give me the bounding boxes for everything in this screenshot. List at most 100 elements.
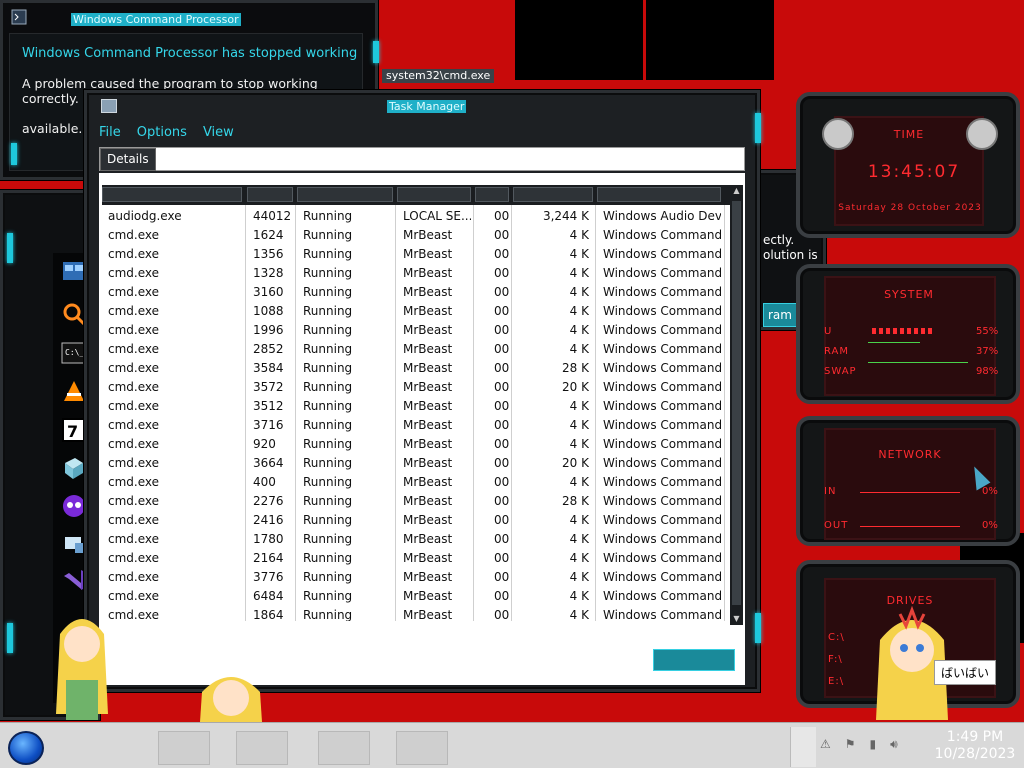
- cell-memory: 4 K: [569, 418, 589, 432]
- cell-user: MrBeast: [403, 266, 453, 280]
- cell-pid: 1624: [253, 228, 284, 242]
- cell-pid: 400: [253, 475, 276, 489]
- gadget-title: NETWORK: [878, 448, 942, 461]
- cell-pid: 1780: [253, 532, 284, 546]
- cell-description: Windows Command...: [603, 304, 721, 318]
- menu-options[interactable]: Options: [137, 125, 187, 143]
- table-row[interactable]: cmd.exe 1864 Running MrBeast 00 4 K Windows Co…: [102, 606, 730, 621]
- system-label-cpu: U: [824, 326, 833, 337]
- column-header-user[interactable]: [397, 187, 471, 202]
- cell-name: cmd.exe: [108, 532, 160, 546]
- table-row[interactable]: cmd.exe 1780 Running MrBeast 00 4 K Windows Co…: [102, 530, 730, 549]
- cell-description: Windows Command...: [603, 285, 721, 299]
- table-row[interactable]: cmd.exe 6484 Running MrBeast 00 4 K Windows Co…: [102, 587, 730, 606]
- cell-description: Windows Audio Devi...: [603, 209, 721, 223]
- cell-memory: 4 K: [569, 437, 589, 451]
- table-row[interactable]: cmd.exe 2852 Running MrBeast 00 4 K Windows Co…: [102, 340, 730, 359]
- table-row[interactable]: cmd.exe 3716 Running MrBeast 00 4 K Windows Co…: [102, 416, 730, 435]
- cell-cpu: 00: [494, 247, 510, 261]
- cell-cpu: 00: [494, 475, 510, 489]
- taskbar-button-star-app[interactable]: [158, 731, 210, 765]
- cell-pid: 1864: [253, 608, 284, 621]
- menu-file[interactable]: File: [99, 125, 121, 143]
- network-icon[interactable]: ▮: [870, 737, 877, 752]
- system-value-ram: 37%: [976, 346, 999, 357]
- show-desktop-button[interactable]: [790, 727, 816, 767]
- cell-memory: 4 K: [569, 304, 589, 318]
- taskbar-button-star-app[interactable]: [236, 731, 288, 765]
- table-row[interactable]: cmd.exe 3512 Running MrBeast 00 4 K Windows Co…: [102, 397, 730, 416]
- cell-user: MrBeast: [403, 418, 453, 432]
- table-row[interactable]: cmd.exe 2164 Running MrBeast 00 4 K Windows Co…: [102, 549, 730, 568]
- cell-cpu: 00: [494, 228, 510, 242]
- cell-cpu: 00: [494, 304, 510, 318]
- column-header-memory[interactable]: [513, 187, 593, 202]
- clock-date: Saturday 28 October 2023: [838, 203, 982, 213]
- column-header-description[interactable]: [597, 187, 721, 202]
- cell-name: cmd.exe: [108, 285, 160, 299]
- cell-memory: 4 K: [569, 608, 589, 621]
- scroll-up-arrow-icon[interactable]: ▲: [730, 185, 743, 197]
- flag-icon[interactable]: ⚑: [845, 737, 856, 752]
- cell-memory: 4 K: [569, 247, 589, 261]
- table-row[interactable]: cmd.exe 2276 Running MrBeast 00 28 K Windows C…: [102, 492, 730, 511]
- cell-name: cmd.exe: [108, 608, 160, 621]
- scrollbar-thumb[interactable]: [732, 201, 741, 605]
- table-row[interactable]: audiodg.exe 44012 Running LOCAL SE... 00 3,24…: [102, 207, 730, 226]
- table-row[interactable]: cmd.exe 400 Running MrBeast 00 4 K Windows Com…: [102, 473, 730, 492]
- cell-description: Windows Command...: [603, 228, 721, 242]
- system-value-swap: 98%: [976, 366, 999, 377]
- cell-memory: 4 K: [569, 551, 589, 565]
- cmd-window-title[interactable]: system32\cmd.exe: [382, 69, 495, 83]
- cell-pid: 1996: [253, 323, 284, 337]
- cell-cpu: 00: [494, 494, 510, 508]
- cell-pid: 3664: [253, 456, 284, 470]
- volume-icon[interactable]: 🔊︎: [890, 737, 898, 752]
- start-button[interactable]: [8, 731, 44, 765]
- cell-cpu: 00: [494, 551, 510, 565]
- table-row[interactable]: cmd.exe 2416 Running MrBeast 00 4 K Windows Co…: [102, 511, 730, 530]
- table-row[interactable]: cmd.exe 1624 Running MrBeast 00 4 K Windows Co…: [102, 226, 730, 245]
- end-task-button[interactable]: [653, 649, 735, 671]
- cell-memory: 4 K: [569, 589, 589, 603]
- table-row[interactable]: cmd.exe 3776 Running MrBeast 00 4 K Windows Co…: [102, 568, 730, 587]
- taskbar-button-app[interactable]: [396, 731, 448, 765]
- cell-pid: 3512: [253, 399, 284, 413]
- redaction-block: [515, 0, 643, 80]
- system-gadget: SYSTEM U 55% RAM 37% SWAP 98%: [796, 264, 1020, 404]
- table-row[interactable]: cmd.exe 3160 Running MrBeast 00 4 K Windows Co…: [102, 283, 730, 302]
- table-row[interactable]: cmd.exe 1328 Running MrBeast 00 4 K Windows Co…: [102, 264, 730, 283]
- frame-accent: [7, 623, 13, 653]
- warning-icon[interactable]: ⚠: [820, 737, 831, 752]
- taskbar-button-app[interactable]: [318, 731, 370, 765]
- tab-details[interactable]: Details: [100, 148, 156, 171]
- cell-memory: 4 K: [569, 228, 589, 242]
- table-row[interactable]: cmd.exe 3572 Running MrBeast 00 20 K Windows C…: [102, 378, 730, 397]
- cell-name: audiodg.exe: [108, 209, 182, 223]
- column-header-status[interactable]: [297, 187, 393, 202]
- table-row[interactable]: cmd.exe 1356 Running MrBeast 00 4 K Windows Co…: [102, 245, 730, 264]
- table-row[interactable]: cmd.exe 920 Running MrBeast 00 4 K Windows Com…: [102, 435, 730, 454]
- system-label-swap: SWAP: [824, 366, 857, 377]
- menu-view[interactable]: View: [203, 125, 234, 143]
- table-row[interactable]: cmd.exe 3664 Running MrBeast 00 20 K Windows C…: [102, 454, 730, 473]
- cell-name: cmd.exe: [108, 437, 160, 451]
- gadget-title: SYSTEM: [884, 288, 934, 301]
- table-row[interactable]: cmd.exe 3584 Running MrBeast 00 28 K Windows C…: [102, 359, 730, 378]
- cell-memory: 28 K: [562, 361, 589, 375]
- cell-memory: 3,244 K: [542, 209, 589, 223]
- vertical-scrollbar[interactable]: ▲ ▼: [730, 185, 743, 625]
- cell-pid: 6484: [253, 589, 284, 603]
- scroll-down-arrow-icon[interactable]: ▼: [730, 613, 743, 625]
- frame-accent: [755, 613, 761, 643]
- taskbar-clock[interactable]: 1:49 PM 10/28/2023: [930, 729, 1020, 763]
- table-row[interactable]: cmd.exe 1088 Running MrBeast 00 4 K Windows Co…: [102, 302, 730, 321]
- cell-user: MrBeast: [403, 304, 453, 318]
- cell-memory: 4 K: [569, 323, 589, 337]
- cell-memory: 20 K: [562, 380, 589, 394]
- cell-memory: 4 K: [569, 342, 589, 356]
- column-header-name[interactable]: [102, 187, 242, 202]
- table-row[interactable]: cmd.exe 1996 Running MrBeast 00 4 K Windows Co…: [102, 321, 730, 340]
- column-header-pid[interactable]: [247, 187, 293, 202]
- column-header-cpu[interactable]: [475, 187, 509, 202]
